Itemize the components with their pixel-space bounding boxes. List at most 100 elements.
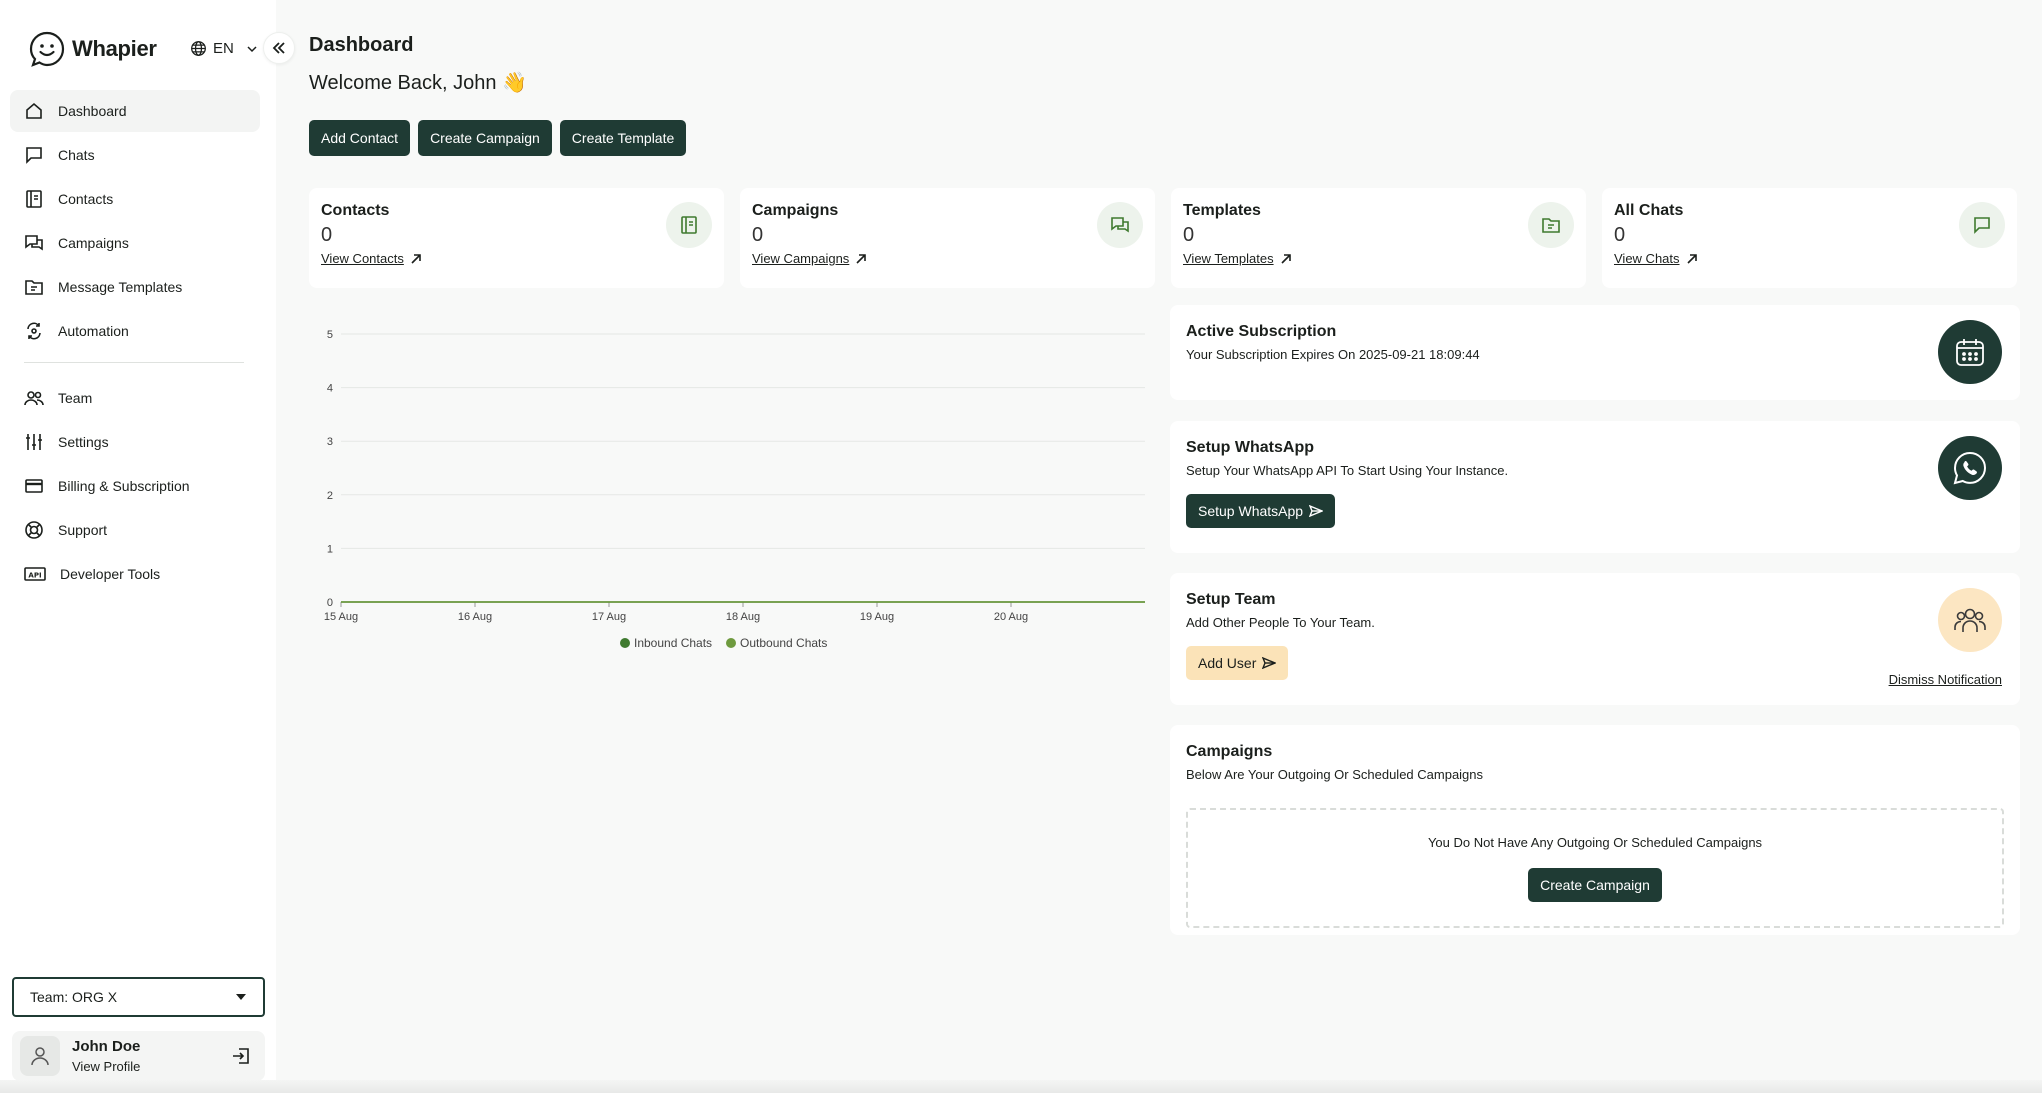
sidebar-item-team[interactable]: Team <box>10 377 260 419</box>
y-tick-label: 0 <box>327 597 333 609</box>
campaigns-panel: Campaigns Below Are Your Outgoing Or Sch… <box>1170 725 2020 935</box>
welcome-message: Welcome Back, John 👋 <box>309 70 527 95</box>
sidebar-item-label: Settings <box>58 434 109 450</box>
logout-icon[interactable] <box>231 1046 251 1066</box>
view-profile-link[interactable]: View Profile <box>72 1059 140 1074</box>
template-icon <box>25 280 43 295</box>
sidebar-item-dashboard[interactable]: Dashboard <box>10 90 260 132</box>
create-campaign-button-empty[interactable]: Create Campaign <box>1528 867 1662 902</box>
collapse-sidebar-button[interactable] <box>263 32 295 64</box>
campaigns-empty-state: You Do Not Have Any Outgoing Or Schedule… <box>1186 808 2004 928</box>
stat-title: Contacts <box>321 202 390 219</box>
y-tick-label: 2 <box>327 490 333 502</box>
sidebar: Whapier EN Dashboard Chats Contacts Camp… <box>0 0 276 1093</box>
globe-icon <box>191 41 206 56</box>
add-user-label: Add User <box>1198 655 1257 671</box>
stat-link-label: View Contacts <box>321 251 404 266</box>
sidebar-item-campaigns[interactable]: Campaigns <box>10 222 260 264</box>
y-tick-label: 3 <box>327 436 333 448</box>
add-user-button[interactable]: Add User <box>1186 646 1289 680</box>
x-tick-label: 20 Aug <box>994 611 1028 623</box>
sidebar-item-chats[interactable]: Chats <box>10 134 260 176</box>
team-select-value: Team: ORG X <box>30 989 118 1005</box>
setup-whatsapp-label: Setup WhatsApp <box>1198 503 1304 519</box>
subscription-panel: Active Subscription Your Subscription Ex… <box>1170 305 2020 400</box>
sidebar-item-label: Contacts <box>58 191 114 207</box>
sidebar-item-label: Chats <box>58 147 95 163</box>
sidebar-item-label: Dashboard <box>58 103 127 119</box>
stat-value: 0 <box>752 224 764 246</box>
team-icon <box>24 391 44 406</box>
view-templates-link[interactable]: View Templates <box>1183 251 1292 266</box>
create-template-button[interactable]: Create Template <box>559 120 687 156</box>
x-tick-label: 16 Aug <box>458 611 492 623</box>
team-select[interactable]: Team: ORG X <box>12 977 265 1017</box>
sidebar-item-settings[interactable]: Settings <box>10 421 260 463</box>
arrow-up-right-icon <box>1281 253 1291 264</box>
campaigns-icon <box>25 235 43 251</box>
sidebar-item-label: Team <box>58 390 93 406</box>
team-setup-title: Setup Team <box>1186 591 1276 608</box>
stat-value: 0 <box>321 224 333 246</box>
setup-whatsapp-button[interactable]: Setup WhatsApp <box>1186 494 1336 528</box>
sidebar-item-message-templates[interactable]: Message Templates <box>10 266 260 308</box>
empty-state-text: You Do Not Have Any Outgoing Or Schedule… <box>1427 834 1763 850</box>
sidebar-nav: Dashboard Chats Contacts Campaigns Messa… <box>10 90 260 597</box>
arrow-up-right-icon <box>856 253 867 264</box>
view-contacts-link[interactable]: View Contacts <box>321 251 422 266</box>
subscription-text: Your Subscription Expires On 2025-09-21 … <box>1186 347 1480 362</box>
send-icon <box>1309 505 1324 517</box>
sidebar-item-label: Automation <box>58 323 129 339</box>
stat-link-label: View Templates <box>1183 251 1274 266</box>
dismiss-notification-link[interactable]: Dismiss Notification <box>1889 672 2002 687</box>
x-tick-label: 15 Aug <box>324 611 358 623</box>
sidebar-item-billing[interactable]: Billing & Subscription <box>10 465 260 507</box>
sidebar-item-automation[interactable]: Automation <box>10 310 260 352</box>
stat-link-label: View Chats <box>1614 251 1680 266</box>
avatar <box>20 1036 60 1076</box>
stat-title: Templates <box>1183 202 1261 219</box>
profile-name: John Doe <box>72 1038 141 1055</box>
calendar-icon <box>1956 339 1984 366</box>
templates-stat-icon <box>1528 202 1574 248</box>
stat-value: 0 <box>1183 224 1195 246</box>
arrow-up-right-icon <box>411 253 421 264</box>
sliders-icon <box>26 434 42 450</box>
sidebar-divider <box>24 362 244 363</box>
whatsapp-text: Setup Your WhatsApp API To Start Using Y… <box>1186 463 1509 478</box>
x-tick-label: 19 Aug <box>860 611 894 623</box>
send-icon <box>1262 657 1277 669</box>
team-setup-panel: Setup Team Add Other People To Your Team… <box>1170 573 2020 705</box>
caret-down-icon <box>236 994 246 1000</box>
automation-icon <box>27 322 41 340</box>
stat-card-templates: Templates 0 View Templates <box>1171 188 1586 288</box>
campaigns-stat-icon <box>1097 202 1143 248</box>
user-icon <box>31 1047 49 1066</box>
user-profile[interactable]: John Doe View Profile <box>12 1031 265 1081</box>
add-contact-button[interactable]: Add Contact <box>309 120 411 156</box>
view-chats-link[interactable]: View Chats <box>1614 251 1698 266</box>
create-campaign-button[interactable]: Create Campaign <box>418 120 552 156</box>
view-campaigns-link[interactable]: View Campaigns <box>752 251 867 266</box>
quick-actions: Add Contact Create Campaign Create Templ… <box>309 120 687 156</box>
brand-name: Whapier <box>72 36 157 61</box>
chats-stat-icon <box>1959 202 2005 248</box>
legend-marker <box>620 638 630 648</box>
page-title: Dashboard <box>309 34 414 56</box>
brand-logo[interactable]: Whapier <box>28 30 157 68</box>
template-icon <box>1542 218 1560 233</box>
contacts-icon <box>26 190 42 208</box>
sidebar-item-developer-tools[interactable]: API Developer Tools <box>10 553 260 595</box>
chats-line-chart: 0 1 2 3 4 5 15 Aug 16 Aug 17 Aug 18 Aug 19 Aug 20 A… <box>324 329 1145 650</box>
lifebuoy-icon <box>25 521 43 539</box>
stat-link-label: View Campaigns <box>752 251 850 266</box>
stat-title: All Chats <box>1614 202 1684 219</box>
sidebar-item-support[interactable]: Support <box>10 509 260 551</box>
sidebar-item-contacts[interactable]: Contacts <box>10 178 260 220</box>
y-tick-label: 4 <box>327 383 333 395</box>
whatsapp-icon <box>1953 451 1987 485</box>
language-selector[interactable]: EN <box>190 40 258 57</box>
whatsapp-title: Setup WhatsApp <box>1186 439 1314 456</box>
chat-icon <box>1974 217 1990 234</box>
sidebar-item-label: Billing & Subscription <box>58 478 190 494</box>
